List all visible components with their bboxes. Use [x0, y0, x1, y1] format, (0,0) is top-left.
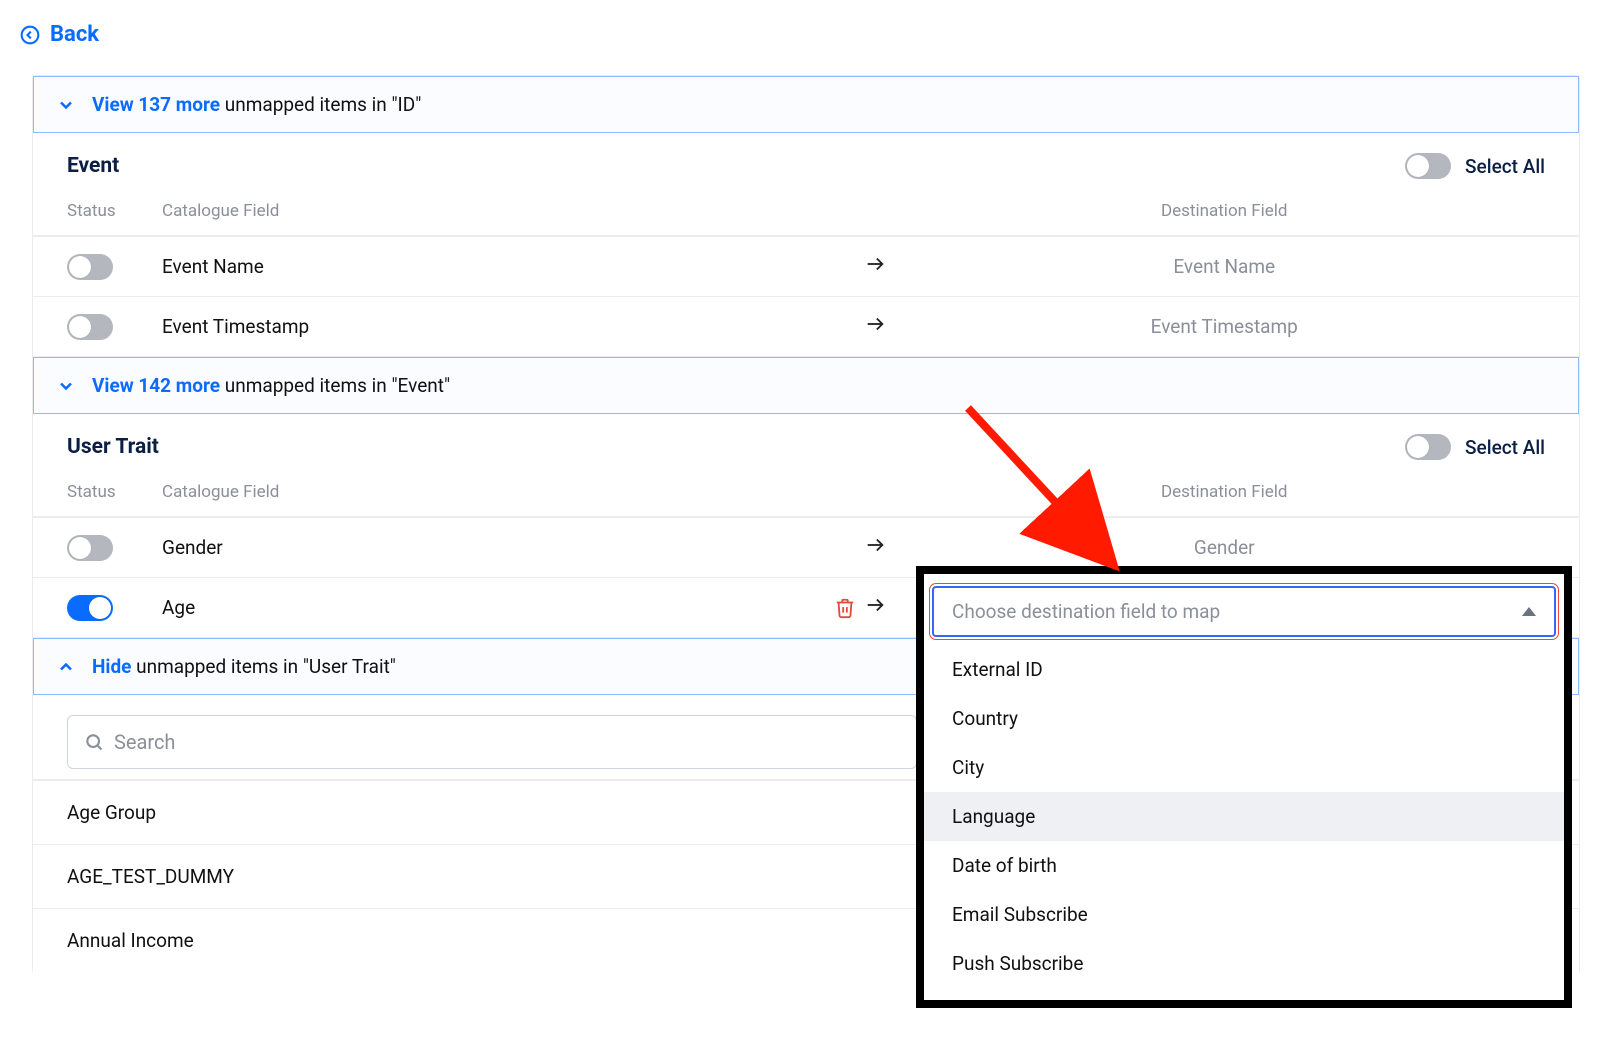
dropdown-option[interactable]: Date of birth: [924, 841, 1564, 890]
event-section: Event Select All Status Catalogue Field …: [33, 133, 1579, 357]
arrow-right-icon: [864, 253, 904, 280]
destination-field-dropdown: Choose destination field to map External…: [916, 566, 1572, 1008]
event-expand-suffix: unmapped items in "Event": [220, 374, 450, 397]
user-trait-expand-suffix: unmapped items in "User Trait": [131, 655, 395, 678]
table-row: Event Name Event Name: [33, 236, 1579, 296]
row-toggle[interactable]: [67, 595, 113, 621]
row-destination-field: Gender: [904, 536, 1546, 559]
destination-field-select[interactable]: Choose destination field to map: [932, 586, 1556, 637]
user-trait-section-title: User Trait: [67, 435, 159, 459]
row-destination-field: Event Name: [904, 255, 1546, 278]
dropdown-options: External ID Country City Language Date o…: [924, 645, 1564, 1000]
event-section-title: Event: [67, 154, 119, 178]
dropdown-option[interactable]: Email Subscribe: [924, 890, 1564, 939]
id-expand-suffix: unmapped items in "ID": [220, 93, 421, 116]
chevron-up-icon: [56, 657, 76, 677]
event-expand-row[interactable]: View 142 more unmapped items in "Event": [33, 357, 1579, 414]
back-button[interactable]: Back: [20, 22, 99, 47]
user-trait-expand-text: Hide unmapped items in "User Trait": [92, 655, 396, 678]
arrow-right-icon: [864, 313, 904, 340]
trash-icon: [834, 597, 856, 619]
user-trait-select-all-label: Select All: [1465, 436, 1545, 459]
search-input[interactable]: Search: [67, 715, 917, 769]
search-icon: [84, 732, 104, 752]
event-select-all-label: Select All: [1465, 155, 1545, 178]
col-status: Status: [67, 201, 162, 221]
col-destination: Destination Field: [904, 482, 1546, 502]
arrow-right-icon: [864, 594, 904, 621]
row-catalogue-field: Event Timestamp: [162, 315, 804, 338]
search-placeholder: Search: [114, 730, 175, 754]
back-label: Back: [50, 22, 99, 47]
chevron-down-icon: [56, 95, 76, 115]
event-select-all-toggle[interactable]: [1405, 153, 1451, 179]
user-trait-expand-link: Hide: [92, 655, 131, 678]
col-catalogue: Catalogue Field: [162, 482, 804, 502]
event-expand-link: View 142 more: [92, 374, 220, 397]
dropdown-option[interactable]: Country: [924, 694, 1564, 743]
delete-row-button[interactable]: [804, 597, 864, 619]
dropdown-option[interactable]: External ID: [924, 645, 1564, 694]
col-status: Status: [67, 482, 162, 502]
id-expand-link: View 137 more: [92, 93, 220, 116]
col-catalogue: Catalogue Field: [162, 201, 804, 221]
event-expand-text: View 142 more unmapped items in "Event": [92, 374, 450, 397]
dropdown-placeholder: Choose destination field to map: [952, 600, 1220, 623]
user-trait-select-all-toggle[interactable]: [1405, 434, 1451, 460]
back-arrow-icon: [20, 25, 40, 45]
dropdown-option[interactable]: Push Subscribe: [924, 939, 1564, 988]
row-toggle[interactable]: [67, 254, 113, 280]
row-destination-field: Event Timestamp: [904, 315, 1546, 338]
arrow-right-icon: [864, 534, 904, 561]
table-row: Event Timestamp Event Timestamp: [33, 296, 1579, 356]
row-catalogue-field: Event Name: [162, 255, 804, 278]
id-expand-text: View 137 more unmapped items in "ID": [92, 93, 421, 116]
col-destination: Destination Field: [904, 201, 1546, 221]
chevron-down-icon: [56, 376, 76, 396]
row-toggle[interactable]: [67, 535, 113, 561]
row-catalogue-field: Gender: [162, 536, 804, 559]
dropdown-option[interactable]: Language: [924, 792, 1564, 841]
triangle-up-icon: [1522, 607, 1536, 616]
id-expand-row[interactable]: View 137 more unmapped items in "ID": [33, 76, 1579, 133]
row-toggle[interactable]: [67, 314, 113, 340]
dropdown-option[interactable]: City: [924, 743, 1564, 792]
row-catalogue-field: Age: [162, 596, 804, 619]
